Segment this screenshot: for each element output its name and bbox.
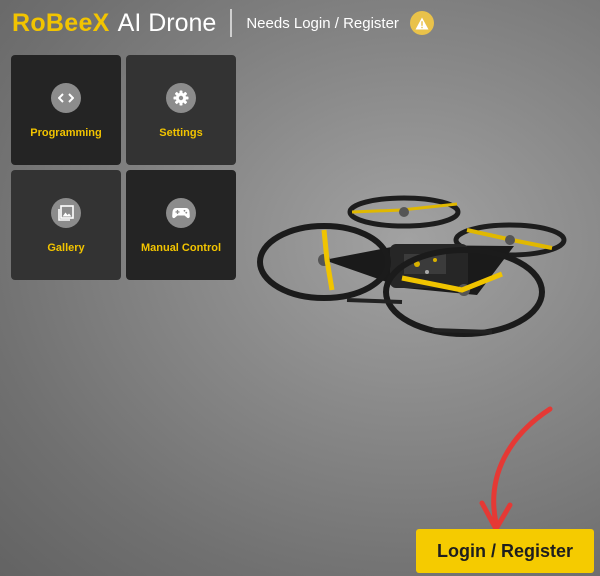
tile-programming[interactable]: Programming	[11, 55, 121, 165]
code-icon	[51, 83, 81, 113]
tile-gallery-label: Gallery	[47, 242, 85, 254]
login-status: Needs Login / Register	[246, 14, 399, 32]
gear-icon	[166, 83, 196, 113]
tile-settings-label: Settings	[159, 127, 203, 139]
annotation-arrow	[479, 406, 553, 532]
tile-manual-control-label: Manual Control	[140, 242, 222, 254]
tile-gallery[interactable]: Gallery	[11, 170, 121, 280]
drone-image	[257, 195, 567, 337]
gamepad-icon	[166, 198, 196, 228]
product-name: AI Drone	[117, 8, 217, 37]
brand-name: RoBeeX	[12, 8, 110, 37]
tile-programming-label: Programming	[30, 127, 102, 139]
tile-manual-control[interactable]: Manual Control	[126, 170, 236, 280]
tile-settings[interactable]: Settings	[126, 55, 236, 165]
login-register-button[interactable]: Login / Register	[416, 529, 594, 573]
header-divider	[230, 9, 233, 37]
warning-icon	[409, 11, 434, 35]
image-icon	[51, 198, 81, 228]
app-header: RoBeeX AI Drone Needs Login / Register	[12, 6, 434, 40]
